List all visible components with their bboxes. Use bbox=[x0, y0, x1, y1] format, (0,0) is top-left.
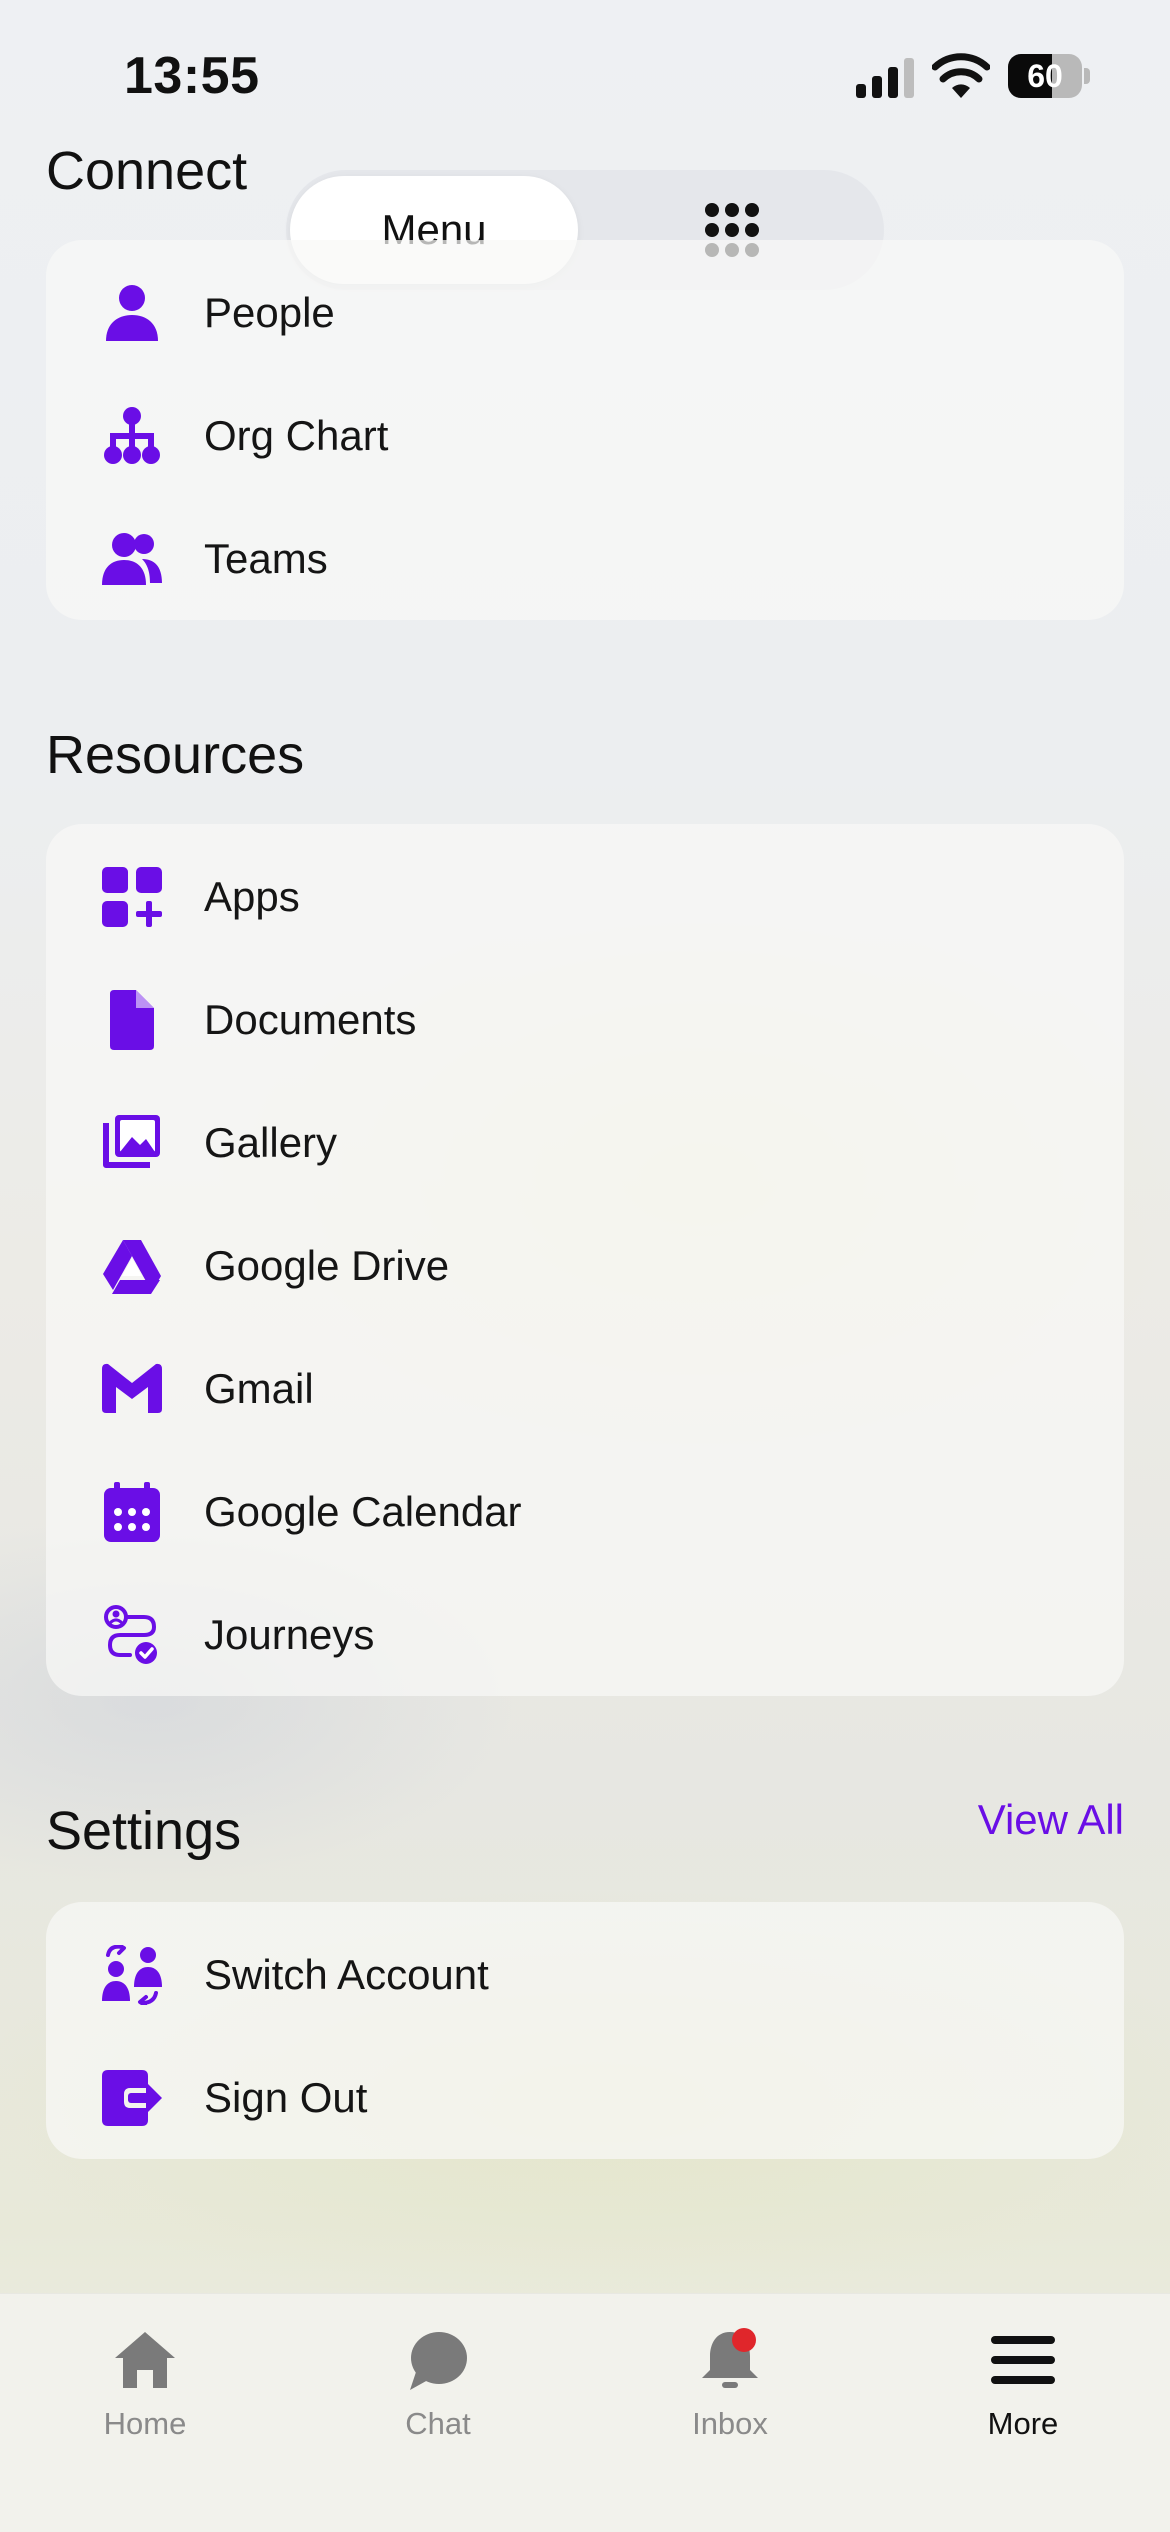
battery-cap bbox=[1084, 68, 1090, 84]
home-icon bbox=[115, 2332, 175, 2388]
gallery-icon bbox=[103, 1115, 160, 1168]
sign-out-icon bbox=[102, 2070, 162, 2126]
tab-chat[interactable]: Chat bbox=[338, 2314, 538, 2454]
battery-level: 60 bbox=[1027, 58, 1063, 94]
chat-icon bbox=[410, 2332, 467, 2390]
menu-item-switch-account[interactable]: Switch Account bbox=[46, 1913, 1124, 2036]
menu-item-label: Gmail bbox=[204, 1365, 314, 1412]
settings-section-title: Settings bbox=[46, 1801, 242, 1861]
menu-item-teams[interactable]: Teams bbox=[46, 497, 1124, 620]
menu-item-org-chart[interactable]: Org Chart bbox=[46, 374, 1124, 497]
menu-item-gallery[interactable]: Gallery bbox=[46, 1081, 1124, 1204]
google-drive-icon bbox=[103, 1240, 161, 1294]
menu-item-label: Org Chart bbox=[204, 412, 389, 459]
menu-item-people[interactable]: People bbox=[46, 251, 1124, 374]
switch-account-icon bbox=[102, 1945, 162, 2005]
menu-item-label: Sign Out bbox=[204, 2074, 368, 2121]
tab-label: More bbox=[987, 2406, 1059, 2441]
hamburger-icon bbox=[991, 2336, 1055, 2384]
view-all-link[interactable]: View All bbox=[978, 1796, 1124, 1844]
battery-indicator: 60 bbox=[1008, 54, 1090, 98]
connect-section-title: Connect bbox=[46, 141, 248, 201]
tab-label: Inbox bbox=[692, 2406, 768, 2441]
gmail-icon bbox=[102, 1363, 162, 1413]
settings-card: Switch Account Sign Out bbox=[46, 1902, 1124, 2159]
menu-item-apps[interactable]: Apps bbox=[46, 835, 1124, 958]
org-chart-icon bbox=[104, 407, 160, 464]
cellular-signal-icon bbox=[856, 58, 914, 98]
menu-item-label: Google Calendar bbox=[204, 1488, 522, 1535]
calendar-icon bbox=[104, 1482, 160, 1542]
menu-item-label: Switch Account bbox=[204, 1951, 489, 1998]
menu-item-label: Gallery bbox=[204, 1119, 338, 1166]
person-icon bbox=[106, 285, 158, 341]
tab-label: Home bbox=[103, 2406, 187, 2441]
tab-bar: Home Chat Inbox More bbox=[0, 2293, 1170, 2532]
tab-more[interactable]: More bbox=[923, 2314, 1123, 2454]
menu-item-sign-out[interactable]: Sign Out bbox=[46, 2036, 1124, 2159]
apps-icon bbox=[102, 867, 162, 927]
menu-item-documents[interactable]: Documents bbox=[46, 958, 1124, 1081]
status-time: 13:55 bbox=[124, 47, 260, 105]
menu-item-journeys[interactable]: Journeys bbox=[46, 1573, 1124, 1696]
document-icon bbox=[110, 990, 154, 1050]
menu-item-label: Documents bbox=[204, 996, 417, 1043]
menu-item-label: Teams bbox=[204, 535, 328, 582]
notification-badge bbox=[732, 2328, 756, 2352]
connect-card: People Org Chart Teams bbox=[46, 240, 1124, 620]
journeys-icon bbox=[104, 1605, 157, 1664]
menu-item-label: Journeys bbox=[204, 1611, 375, 1658]
menu-item-label: Apps bbox=[204, 873, 300, 920]
menu-item-label: People bbox=[204, 289, 335, 336]
resources-card: Apps Documents Gallery Google Drive Gmai… bbox=[46, 824, 1124, 1696]
menu-item-google-calendar[interactable]: Google Calendar bbox=[46, 1450, 1124, 1573]
tab-home[interactable]: Home bbox=[45, 2314, 245, 2454]
status-bar: 13:55 60 bbox=[0, 0, 1170, 150]
menu-item-label: Google Drive bbox=[204, 1242, 450, 1289]
menu-item-google-drive[interactable]: Google Drive bbox=[46, 1204, 1124, 1327]
bell-icon bbox=[702, 2328, 758, 2388]
menu-item-gmail[interactable]: Gmail bbox=[46, 1327, 1124, 1450]
tab-label: Chat bbox=[405, 2406, 471, 2441]
resources-section-title: Resources bbox=[46, 725, 305, 785]
tab-inbox[interactable]: Inbox bbox=[630, 2314, 830, 2454]
battery-body: 60 bbox=[1008, 54, 1082, 98]
teams-icon bbox=[102, 533, 162, 585]
wifi-icon bbox=[932, 53, 990, 98]
